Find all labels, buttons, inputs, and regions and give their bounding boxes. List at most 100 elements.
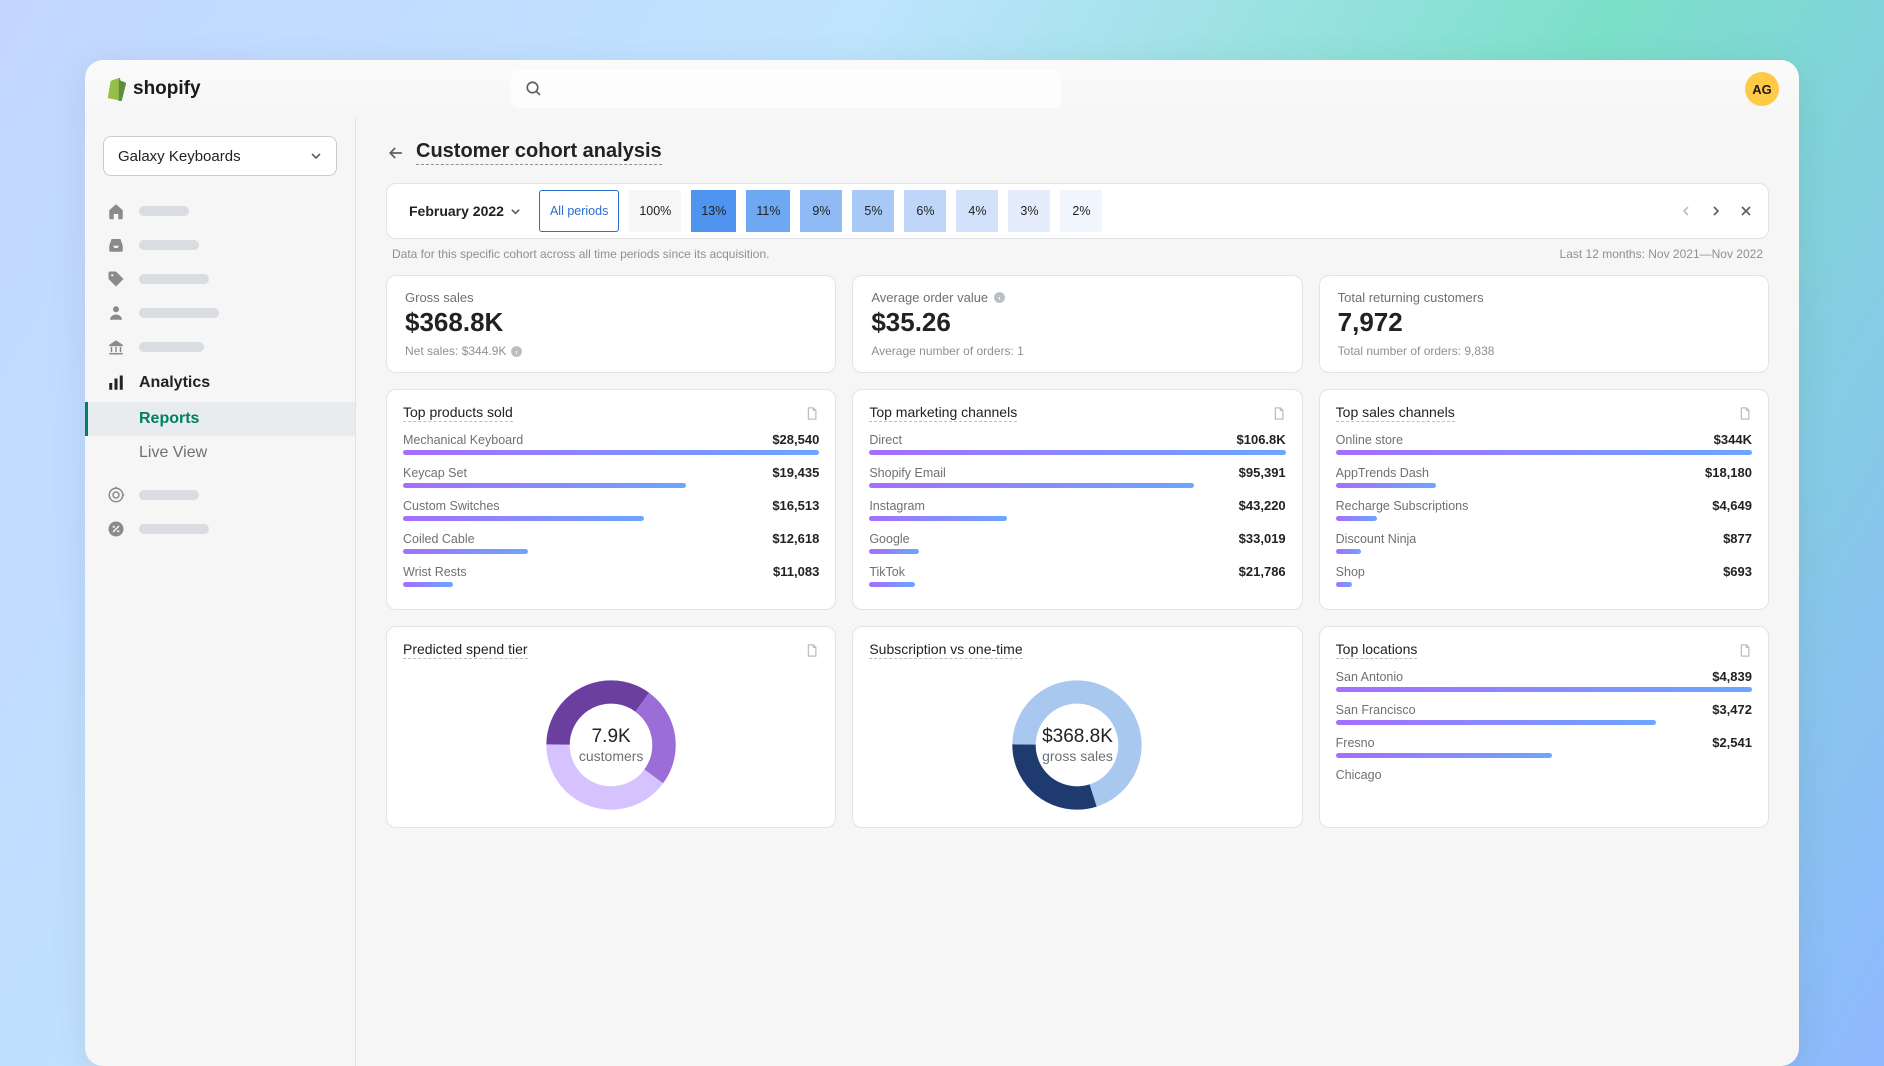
bar-row: Mechanical Keyboard $28,540 — [403, 432, 819, 455]
bar-value: $693 — [1723, 564, 1752, 579]
chip-11[interactable]: 11% — [746, 190, 790, 232]
sidebar-sub-reports[interactable]: Reports — [85, 402, 355, 436]
sidebar-item-marketing[interactable] — [85, 478, 355, 512]
bar-row: Wrist Rests$11,083 — [403, 564, 819, 587]
bar-row: Discount Ninja $877 — [1336, 531, 1752, 554]
bar-value: $4,649 — [1712, 498, 1752, 513]
bar-panels-row: Top products sold Mechanical Keyboard$28… — [386, 389, 1769, 610]
search-input[interactable] — [511, 70, 1061, 108]
bar-label: Custom Switches — [403, 499, 500, 513]
cohort-note: Data for this specific cohort across all… — [392, 247, 770, 261]
stat-aov: Average order value $35.26 Average numbe… — [852, 275, 1302, 373]
bar-fill — [403, 483, 686, 488]
bar-label: Shopify Email — [869, 466, 945, 480]
bar-value: $28,540 — [772, 432, 819, 447]
analytics-icon — [107, 374, 125, 392]
donut-subscription: $368.8Kgross sales — [1007, 675, 1147, 815]
sidebar-item-orders[interactable] — [85, 228, 355, 262]
document-icon[interactable] — [1737, 643, 1752, 658]
bar-row: AppTrends Dash$18,180 — [1336, 465, 1752, 488]
bar-fill — [1336, 582, 1353, 587]
bar-value: $877 — [1723, 531, 1752, 546]
close-icon[interactable] — [1738, 203, 1754, 219]
bar-label: Instagram — [869, 499, 925, 513]
sidebar-item-home[interactable] — [85, 194, 355, 228]
bar-value: $18,180 — [1705, 465, 1752, 480]
bar-row: Shop $693 — [1336, 564, 1752, 587]
inbox-icon — [107, 236, 125, 254]
bar-row: Fresno $2,541 — [1336, 735, 1752, 758]
sidebar-sub-live-view[interactable]: Live View — [85, 436, 355, 470]
bar-label: TikTok — [869, 565, 905, 579]
bar-value: $95,391 — [1239, 465, 1286, 480]
shopify-logo: shopify — [105, 77, 201, 101]
chevron-right-icon[interactable] — [1708, 203, 1724, 219]
sidebar-item-finance[interactable] — [85, 330, 355, 364]
bar-label: Fresno — [1336, 736, 1375, 750]
bar-row: Online store$344K — [1336, 432, 1752, 455]
info-icon[interactable] — [510, 345, 523, 358]
bar-label: Shop — [1336, 565, 1365, 579]
panel-top-locations: Top locations San Antonio$4,839San Franc… — [1319, 626, 1769, 828]
home-icon — [107, 202, 125, 220]
store-selector[interactable]: Galaxy Keyboards — [103, 136, 337, 176]
bar-label: San Antonio — [1336, 670, 1403, 684]
donut-predicted-spend: 7.9Kcustomers — [541, 675, 681, 815]
sidebar-item-customers[interactable] — [85, 296, 355, 330]
chip-2[interactable]: 2% — [1060, 190, 1102, 232]
sidebar-item-analytics[interactable]: Analytics — [85, 364, 355, 402]
caret-down-icon — [310, 150, 322, 162]
document-icon[interactable] — [1737, 406, 1752, 421]
discount-icon — [107, 520, 125, 538]
shopify-bag-icon — [105, 77, 127, 101]
document-icon[interactable] — [804, 643, 819, 658]
bar-row: Keycap Set$19,435 — [403, 465, 819, 488]
chip-100[interactable]: 100% — [629, 190, 681, 232]
donut-panels-row: Predicted spend tier 7.9Kcustomers Subsc… — [386, 626, 1769, 828]
stat-returning: Total returning customers 7,972 Total nu… — [1319, 275, 1769, 373]
bar-row: San Antonio$4,839 — [1336, 669, 1752, 692]
stat-gross-sales: Gross sales $368.8K Net sales: $344.9K — [386, 275, 836, 373]
bank-icon — [107, 338, 125, 356]
panel-subscription: Subscription vs one-time $368.8Kgross sa… — [852, 626, 1302, 828]
chip-6[interactable]: 6% — [904, 190, 946, 232]
bar-value: $43,220 — [1239, 498, 1286, 513]
bar-fill — [869, 549, 919, 554]
bar-fill — [869, 483, 1194, 488]
sidebar-item-discounts[interactable] — [85, 512, 355, 546]
document-icon[interactable] — [804, 406, 819, 421]
document-icon[interactable] — [1271, 406, 1286, 421]
brand-text: shopify — [133, 78, 201, 100]
bar-label: Discount Ninja — [1336, 532, 1417, 546]
chevron-left-icon[interactable] — [1678, 203, 1694, 219]
avatar[interactable]: AG — [1745, 72, 1779, 106]
chip-13[interactable]: 13% — [691, 190, 736, 232]
chip-3[interactable]: 3% — [1008, 190, 1050, 232]
bar-label: Mechanical Keyboard — [403, 433, 523, 447]
bar-row: Shopify Email $95,391 — [869, 465, 1285, 488]
bar-value: $3,472 — [1712, 702, 1752, 717]
bar-value: $2,541 — [1712, 735, 1752, 750]
chip-all-periods[interactable]: All periods — [539, 190, 619, 232]
page-title: Customer cohort analysis — [416, 140, 662, 165]
chip-5[interactable]: 5% — [852, 190, 894, 232]
bar-label: Chicago — [1336, 768, 1382, 782]
bar-row: Chicago — [1336, 768, 1752, 782]
back-arrow-icon[interactable] — [386, 143, 406, 163]
bar-label: Recharge Subscriptions — [1336, 499, 1469, 513]
chip-4[interactable]: 4% — [956, 190, 998, 232]
bar-fill — [403, 582, 453, 587]
chip-9[interactable]: 9% — [800, 190, 842, 232]
sidebar-item-products[interactable] — [85, 262, 355, 296]
person-icon — [107, 304, 125, 322]
bar-fill — [869, 450, 1285, 455]
panel-predicted-spend: Predicted spend tier 7.9Kcustomers — [386, 626, 836, 828]
bar-row: Direct$106.8K — [869, 432, 1285, 455]
period-selector[interactable]: February 2022 — [401, 203, 529, 219]
stat-cards-row: Gross sales $368.8K Net sales: $344.9K A… — [386, 275, 1769, 373]
bar-label: Online store — [1336, 433, 1403, 447]
bar-row: Custom Switches$16,513 — [403, 498, 819, 521]
target-icon — [107, 486, 125, 504]
info-icon[interactable] — [993, 291, 1006, 304]
bar-label: Coiled Cable — [403, 532, 475, 546]
